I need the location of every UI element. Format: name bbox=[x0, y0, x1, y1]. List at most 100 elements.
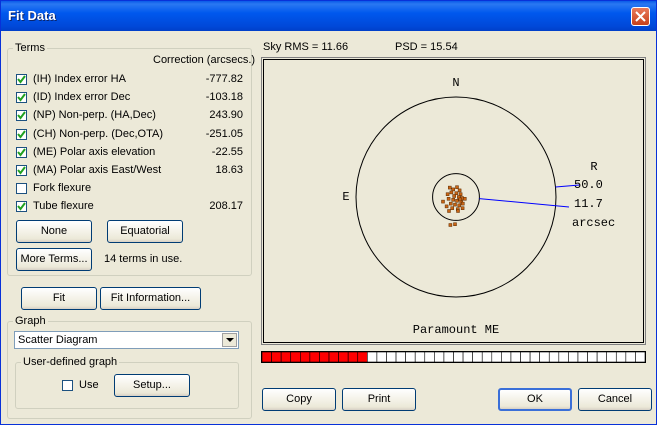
term-checkbox[interactable] bbox=[16, 183, 27, 195]
units-label: arcsec bbox=[572, 216, 615, 230]
checkmark-icon bbox=[17, 111, 26, 121]
checkmark-icon bbox=[17, 75, 26, 84]
term-checkbox[interactable] bbox=[16, 92, 27, 104]
use-label: Use bbox=[79, 379, 99, 391]
term-checkbox[interactable] bbox=[16, 110, 27, 122]
residual-point bbox=[446, 197, 451, 201]
progress-segment bbox=[615, 351, 627, 363]
close-button[interactable] bbox=[631, 7, 650, 26]
residual-point bbox=[455, 185, 459, 189]
none-button[interactable]: None bbox=[16, 220, 92, 243]
progress-segment bbox=[635, 351, 646, 363]
progress-segment bbox=[501, 351, 512, 363]
progress-segment bbox=[299, 351, 311, 363]
term-label: (IH) Index error HA bbox=[33, 73, 126, 85]
residual-point bbox=[455, 199, 459, 203]
inner-radius-circle bbox=[432, 173, 480, 221]
window-title: Fit Data bbox=[8, 8, 56, 23]
residual-point bbox=[452, 194, 456, 198]
user-graph-group-label: User-defined graph bbox=[21, 356, 120, 368]
print-button[interactable]: Print bbox=[342, 388, 416, 411]
equatorial-button[interactable]: Equatorial bbox=[107, 220, 183, 243]
progress-segment bbox=[386, 351, 397, 363]
term-checkbox[interactable] bbox=[16, 201, 27, 213]
progress-segment bbox=[577, 351, 588, 363]
progress-segment bbox=[481, 351, 493, 363]
term-correction-value: -22.55 bbox=[211, 145, 243, 158]
fit-data-window: Fit Data Terms Correction (arcsecs.) (IH… bbox=[0, 0, 657, 425]
mount-name-label: Paramount ME bbox=[413, 323, 499, 337]
psd-text: PSD = 15.54 bbox=[395, 41, 458, 53]
progress-segment bbox=[261, 351, 272, 363]
residual-point bbox=[460, 206, 465, 210]
progress-segment bbox=[395, 351, 406, 363]
progress-segment bbox=[558, 351, 569, 363]
term-checkbox[interactable] bbox=[16, 165, 27, 176]
progress-segment bbox=[280, 351, 292, 363]
fit-information-button[interactable]: Fit Information... bbox=[100, 287, 201, 310]
progress-segment bbox=[338, 351, 349, 363]
residual-point bbox=[451, 187, 455, 192]
residual-point bbox=[451, 198, 455, 202]
inner-radius-label: 11.7 bbox=[574, 197, 603, 211]
setup-button[interactable]: Setup... bbox=[114, 374, 190, 397]
residual-point bbox=[458, 197, 462, 202]
outer-radius-label: 50.0 bbox=[574, 178, 603, 192]
term-label: (NP) Non-perp. (HA,Dec) bbox=[33, 109, 156, 122]
checkmark-icon bbox=[17, 129, 26, 139]
progress-segment bbox=[520, 351, 531, 363]
term-checkbox[interactable] bbox=[16, 146, 27, 158]
progress-segment bbox=[367, 351, 378, 363]
progress-segment bbox=[587, 351, 598, 363]
residual-point bbox=[444, 204, 449, 209]
term-correction-value: 243.90 bbox=[209, 109, 243, 122]
cancel-button[interactable]: Cancel bbox=[578, 388, 652, 411]
title-bar[interactable]: Fit Data bbox=[1, 1, 656, 31]
checkmark-icon bbox=[17, 166, 26, 175]
progress-segment bbox=[328, 351, 339, 363]
checkmark-icon bbox=[17, 93, 26, 102]
correction-header: Correction (arcsecs.) bbox=[153, 54, 256, 66]
progress-segment bbox=[290, 351, 301, 363]
fit-button[interactable]: Fit bbox=[21, 287, 97, 310]
progress-segments bbox=[261, 351, 646, 363]
progress-segment bbox=[319, 351, 330, 363]
term-label: (ME) Polar axis elevation bbox=[33, 145, 156, 158]
north-label: N bbox=[452, 76, 459, 90]
progress-segment bbox=[414, 351, 426, 363]
residual-point bbox=[449, 190, 454, 195]
residual-point bbox=[445, 192, 450, 196]
radius-header-label: R bbox=[590, 160, 597, 174]
dropdown-arrow[interactable] bbox=[222, 333, 237, 347]
terms-group-label: Terms bbox=[13, 42, 47, 54]
use-checkbox[interactable] bbox=[62, 380, 73, 391]
term-label: (ID) Index error Dec bbox=[33, 91, 131, 104]
residual-point bbox=[461, 201, 465, 206]
term-checkbox[interactable] bbox=[16, 74, 27, 85]
sky-rms-text: Sky RMS = 11.66 bbox=[263, 41, 349, 53]
progress-segment bbox=[606, 351, 617, 363]
progress-segment bbox=[462, 351, 473, 363]
chevron-down-icon bbox=[226, 338, 234, 342]
term-label: (CH) Non-perp. (Dec,OTA) bbox=[33, 127, 163, 140]
more-terms-button[interactable]: More Terms... bbox=[16, 248, 92, 271]
graph-type-select[interactable]: Scatter Diagram bbox=[14, 331, 239, 349]
residual-point bbox=[457, 203, 461, 208]
progress-segment bbox=[548, 351, 560, 363]
residual-point bbox=[453, 202, 457, 207]
progress-segment bbox=[539, 351, 550, 363]
residual-point bbox=[441, 199, 445, 204]
fit-progress-bar bbox=[261, 351, 646, 363]
scatter-plot: N E R 50.0 11.7 arcsec Paramount ME bbox=[261, 57, 646, 345]
residual-point bbox=[450, 206, 454, 210]
ok-button[interactable]: OK bbox=[498, 388, 572, 411]
progress-segment bbox=[271, 351, 282, 363]
term-checkbox[interactable] bbox=[16, 128, 27, 140]
progress-segment bbox=[596, 351, 607, 363]
terms-in-use-text: 14 terms in use. bbox=[104, 253, 183, 265]
term-correction-value: 208.17 bbox=[209, 200, 243, 213]
copy-button[interactable]: Copy bbox=[262, 388, 336, 411]
checkmark-icon bbox=[17, 148, 26, 157]
residual-point bbox=[457, 188, 462, 193]
scatter-diagram: N E R 50.0 11.7 arcsec Paramount ME bbox=[342, 76, 615, 337]
